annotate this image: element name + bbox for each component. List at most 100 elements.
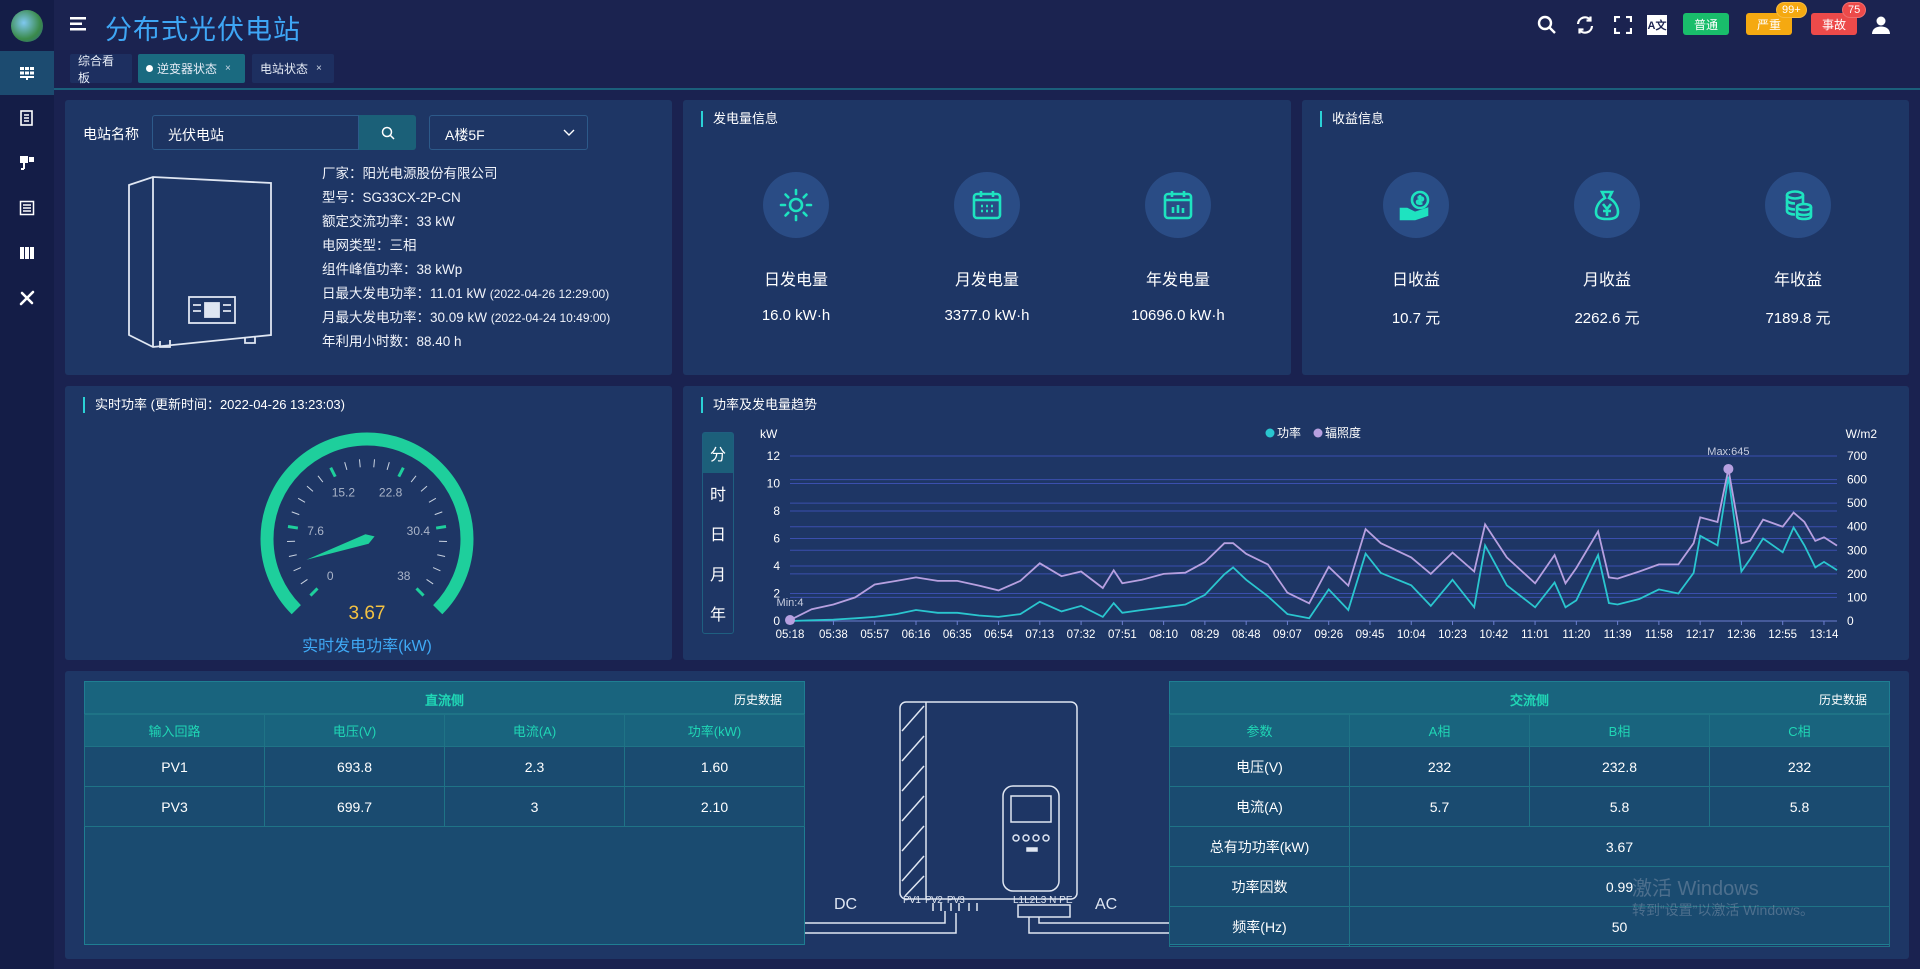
annotation-label: Min:4 [777, 597, 804, 609]
cell-param: 频率(Hz) [1169, 906, 1350, 947]
sun-icon [763, 172, 829, 238]
sidebar-item-list[interactable] [0, 186, 54, 230]
ac-title-bar: 交流侧 历史数据 [1170, 682, 1889, 714]
trend-panel: 功率及发电量趋势 分 时 日 月 年 0 2 4 6 8 10 12 0 100 200 300 40… [683, 386, 1909, 660]
generation-panel: 发电量信息 日发电量 16.0 kW·h 月发电量 3377.0 kW·h 年发… [683, 100, 1291, 375]
user-icon[interactable] [1870, 14, 1892, 36]
gauge-pointer [306, 534, 375, 560]
cell-voltage: 699.7 [264, 786, 445, 827]
x-tick-label: 06:35 [943, 629, 972, 641]
max-day-time: (2022-04-26 12:29:00) [489, 287, 610, 301]
tab-close-icon[interactable]: × [225, 63, 231, 74]
dc-history-link[interactable]: 历史数据 [734, 691, 782, 708]
fullscreen-icon[interactable] [1612, 14, 1634, 36]
table-header-row: 参数 A相 B相 C相 [1169, 714, 1890, 747]
legend-label: 功率 [1277, 425, 1301, 440]
gauge-major-tick [397, 467, 405, 478]
column-header: A相 [1349, 714, 1530, 747]
tab-overview[interactable]: 综合看板 [70, 53, 132, 85]
cell-param: 电压(V) [1169, 746, 1350, 787]
column-header: 电压(V) [264, 714, 445, 747]
stat-value: 2262.6 元 [1574, 310, 1640, 327]
table-row: PV1 693.8 2.3 1.60 [84, 746, 805, 787]
x-tick-label: 12:36 [1727, 629, 1756, 641]
cell-phase-a: 5.7 [1349, 786, 1530, 827]
table-row: 总有功功率(kW) 3.67 [1169, 826, 1890, 867]
ac-history-link[interactable]: 历史数据 [1819, 691, 1867, 708]
search-icon [381, 126, 395, 140]
sidebar-item-dashboard[interactable] [0, 51, 54, 95]
chevron-down-icon [563, 129, 575, 136]
gauge-minor-tick [426, 579, 434, 585]
gauge-minor-tick [432, 567, 441, 572]
alarm-normal-button[interactable]: 普通 [1683, 13, 1729, 35]
max-month-label: 月最大发电功率：30.09 kW [322, 310, 491, 325]
gauge-tick-label: 22.8 [379, 486, 403, 500]
station-name-input[interactable]: 光伏电站 [152, 115, 359, 150]
ac-title: 交流侧 [1509, 693, 1549, 708]
cell-input: PV3 [84, 786, 265, 827]
monitor-icon [20, 156, 34, 170]
gauge-minor-tick [410, 475, 417, 483]
cell-voltage: 693.8 [264, 746, 445, 787]
library-icon [20, 247, 34, 259]
refresh-icon[interactable] [1574, 14, 1596, 36]
x-tick-label: 10:04 [1397, 629, 1426, 641]
translate-icon[interactable]: A文 [1647, 15, 1667, 35]
station-name-label: 电站名称 [83, 126, 139, 142]
station-search-button[interactable] [359, 115, 416, 150]
gauge-tick-label: 0 [327, 569, 334, 583]
x-tick-label: 06:16 [902, 629, 931, 641]
dc-table: 输入回路 电压(V) 电流(A) 功率(kW) PV1 693.8 2.3 1.60 … [84, 714, 805, 827]
gauge-minor-tick [386, 462, 390, 470]
tab-station-status[interactable]: 电站状态 × [252, 54, 334, 83]
info-annual-hours: 年利用小时数：88.40 h [322, 334, 462, 349]
info-peak-power: 组件峰值功率：38 kWp [322, 262, 463, 277]
watermark-line1: 激活 Windows [1632, 878, 1759, 900]
tab-inverter-status[interactable]: 逆变器状态 × [138, 54, 245, 83]
gauge-minor-tick [434, 511, 443, 516]
gauge-minor-tick [428, 497, 437, 503]
info-grid-type: 电网类型：三相 [322, 238, 417, 253]
active-dot-icon [146, 65, 153, 72]
x-tick-label: 12:17 [1686, 629, 1715, 641]
gauge-tick-label: 15.2 [332, 486, 356, 500]
stat-label: 月收益 [1582, 272, 1631, 289]
y-right-tick-label: 300 [1847, 543, 1867, 557]
sidebar-item-monitor[interactable] [0, 141, 54, 185]
sidebar-item-report[interactable] [0, 96, 54, 140]
gauge-arc [260, 432, 474, 615]
app-title: 分布式光伏电站 [105, 15, 301, 45]
trend-chart: 024681012010020030040050060070005:18 05:3… [760, 425, 1877, 641]
max-month-time: (2022-04-24 10:49:00) [490, 311, 611, 325]
sidebar-item-library[interactable] [0, 231, 54, 275]
inverter-image [128, 176, 272, 348]
search-icon[interactable] [1536, 14, 1558, 36]
annotation-marker [1723, 463, 1734, 474]
dc-title-bar: 直流侧 历史数据 [85, 682, 804, 714]
sidebar [0, 0, 54, 969]
cell-current: 2.3 [444, 746, 625, 787]
income-panel: 收益信息 日收益 10.7 元 月收益 2262.6 元 年收益 7189.8 … [1302, 100, 1909, 375]
tab-close-icon[interactable]: × [316, 63, 322, 74]
menu-toggle-icon[interactable] [70, 16, 88, 32]
x-tick-label: 09:45 [1356, 629, 1385, 641]
cell-phase-a: 232 [1349, 746, 1530, 787]
cell-phase-b: 232.8 [1529, 746, 1710, 787]
sidebar-item-tools[interactable] [0, 276, 54, 320]
x-tick-label: 08:48 [1232, 629, 1261, 641]
tab-overview-label: 综合看板 [78, 53, 115, 85]
money-bag-icon [1574, 172, 1640, 238]
x-tick-label: 05:57 [860, 629, 889, 641]
tools-icon [19, 290, 35, 306]
gauge-minor-tick [358, 459, 361, 468]
series-line-power [789, 476, 1838, 622]
building-select[interactable]: A楼5F [429, 115, 588, 150]
income-title: 收益信息 [1320, 111, 1384, 127]
y-right-tick-label: 100 [1847, 590, 1867, 604]
gauge-tick-label: 38 [397, 569, 411, 583]
dashboard-grid-icon [20, 67, 34, 80]
gauge-minor-tick [420, 485, 428, 492]
gauge-major-tick [415, 587, 425, 597]
alarm-serious-label: 严重 [1756, 17, 1781, 32]
